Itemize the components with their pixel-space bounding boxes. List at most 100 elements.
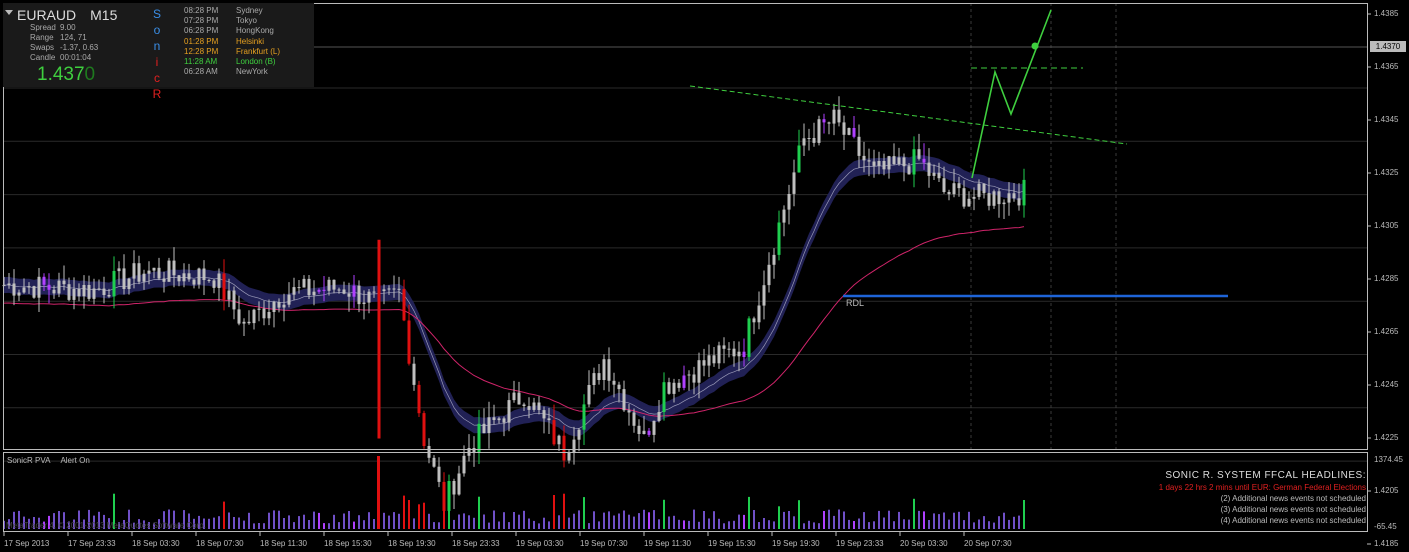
session-city: NewYork [236,67,268,77]
candle-body [312,291,316,296]
candle-body [162,278,166,282]
candle-body [787,194,791,210]
headline-item: (4) Additional news events not scheduled [1220,516,1366,525]
candle-body [47,284,51,290]
candle-body [482,423,486,434]
volume-bar [253,523,255,529]
price-axis-label: 1.4205 [1374,486,1399,495]
candle-body [177,275,181,282]
volume-bar [458,514,460,529]
volume-bar [813,522,815,529]
volume-bar [443,493,445,529]
volume-bar [988,521,990,529]
volume-bar [973,522,975,529]
candle-body [277,302,281,308]
sonic-letter: o [153,23,161,37]
candle-body [587,385,591,405]
volume-bar [963,520,965,529]
candle-body [172,260,176,276]
candle-body [982,183,986,194]
volume-bar [588,523,590,529]
volume-bar [828,509,830,529]
candle-body [417,384,421,414]
volume-bar [398,513,400,529]
candle-body [582,404,586,430]
volume-bar [643,509,645,529]
volume-bar [338,522,340,529]
candle-body [537,402,541,410]
candle-body [617,384,621,390]
candle-body [337,289,341,291]
candle-body [802,138,806,146]
volume-bar [748,496,750,529]
candle-body [42,276,46,285]
candle-body [662,382,666,412]
candle-body [242,321,246,324]
candle-body [862,155,866,161]
candle-body [572,439,576,453]
candle-body [1022,179,1026,206]
volume-bar [623,510,625,529]
candle-body [397,288,401,290]
candle-body [777,222,781,255]
volume-bar [568,517,570,529]
candle-body [252,309,256,324]
time-axis-label: 17 Sep 23:33 [68,539,116,548]
time-axis-label: 19 Sep 23:33 [836,539,884,548]
volume-bar [343,513,345,529]
volume-bar [573,513,575,529]
volume-bar [883,517,885,529]
volume-bar [383,512,385,529]
candle-body [17,292,21,296]
session-time: 11:28 AM [184,57,218,67]
candle-body [72,289,76,300]
volume-bar [1003,512,1005,529]
time-axis-label: 17 Sep 2013 [4,539,50,548]
volume-bar [633,516,635,529]
session-row: 01:28 PM Helsinki [184,37,280,47]
symbol-info-panel: EURAUD M15 Spread 9.00 Range 124, 71 Swaps -1.… [3,3,314,101]
candle-body [217,273,221,288]
candle-body [627,410,631,413]
candle-body [792,172,796,194]
headline-item: (2) Additional news events not scheduled [1220,494,1366,503]
session-time: 06:28 PM [184,26,219,36]
volume-bar [428,513,430,529]
volume-bar [513,512,515,529]
dropdown-triangle-icon[interactable] [5,10,13,15]
volume-bar [323,523,325,529]
candle-body [282,304,286,308]
candle-body [672,382,676,394]
volume-bar [483,514,485,529]
candle-body [887,156,891,170]
candle-body [212,280,216,288]
timeframe-label: M15 [90,7,118,23]
volume-bar [798,500,800,529]
candle-body [147,270,151,274]
volume-bar [668,516,670,529]
volume-bar [263,523,265,529]
time-axis-label: 18 Sep 23:33 [452,539,500,548]
volume-bar [783,511,785,529]
candle-body [682,375,686,388]
volume-bar [998,516,1000,529]
candle-body [267,312,271,319]
session-time: 08:28 PM [184,6,219,15]
session-row: 08:28 PM Sydney [184,6,280,16]
candle-body [452,481,456,495]
candle-body [1017,198,1021,206]
price-axis-label: 1.4285 [1374,274,1399,283]
zigzag-pattern [971,9,1052,179]
volume-bar [653,510,655,529]
candle-body [847,128,851,135]
candle-body [602,359,606,380]
candle-body [272,302,276,312]
volume-bar [758,522,760,529]
volume-bar [473,517,475,529]
volume-bar [878,510,880,529]
candle-body [92,288,96,299]
candle-body [622,389,626,411]
candle-body [642,430,646,434]
session-city: HongKong [236,26,274,36]
news-headlines: SONIC R. SYSTEM FFCAL HEADLINES: 1 days … [1159,469,1366,526]
